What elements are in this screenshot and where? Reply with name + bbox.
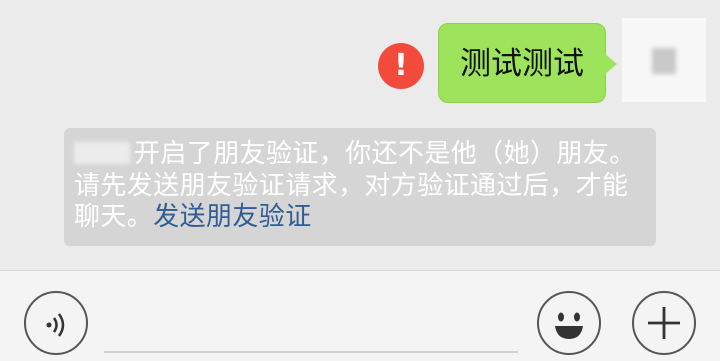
plus-button[interactable] [632, 291, 696, 355]
plus-icon [648, 307, 680, 339]
input-bar [0, 270, 720, 361]
voice-icon [46, 313, 65, 337]
system-notice: 开启了朋友验证，你还不是他（她）朋友。请先发送朋友验证请求，对方验证通过后，才能… [64, 128, 656, 246]
send-friend-request-link[interactable]: 发送朋友验证 [153, 202, 311, 232]
voice-button[interactable] [24, 291, 88, 355]
chat-screen: ! 测试测试 开启了朋友验证，你还不是他（她）朋友。请先发送朋友验证请求，对方验… [0, 0, 720, 361]
avatar[interactable] [622, 18, 706, 102]
blurred-username [74, 142, 130, 164]
emoji-button[interactable] [537, 291, 601, 355]
emoji-icon [555, 312, 583, 339]
outgoing-message-bubble[interactable]: 测试测试 [438, 23, 617, 103]
send-failed-icon[interactable]: ! [378, 43, 424, 89]
message-input[interactable] [104, 351, 518, 353]
